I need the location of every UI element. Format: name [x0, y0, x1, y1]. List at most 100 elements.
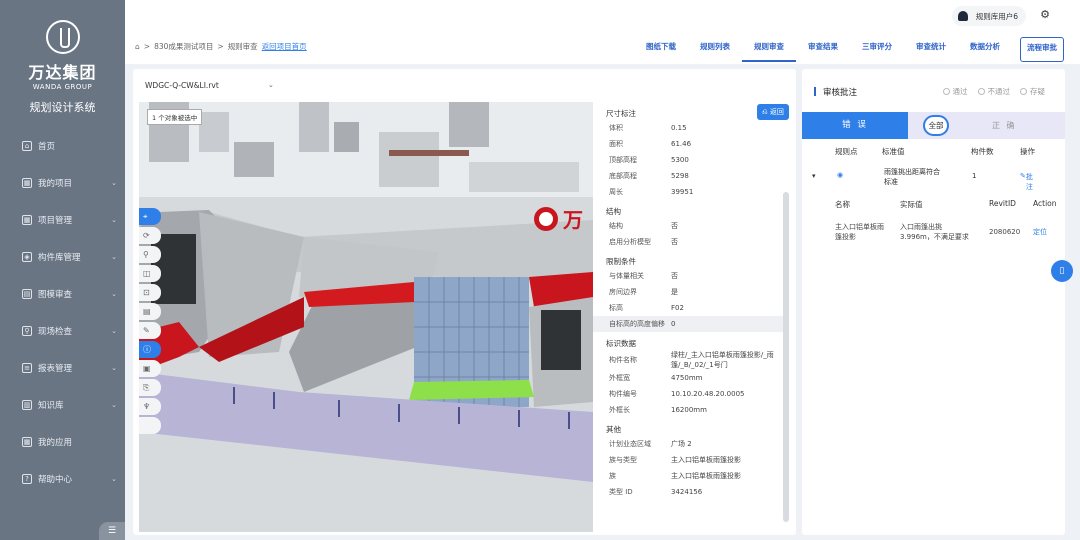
property-key: 类型 ID	[609, 488, 633, 496]
user-name: 规则库用户6	[975, 11, 1018, 21]
property-key: 计划业态区域	[609, 440, 651, 448]
property-key: 体积	[609, 124, 623, 132]
home-icon[interactable]: ⌂	[135, 42, 140, 51]
property-key: 启用分析模型	[609, 238, 651, 246]
model-viewer[interactable]: 万 1 个对象被选中 ⌖ ⟳ ⚲ ◫ ⊡ ▤ ✎ ⓘ ▣ ⎘ ♆	[139, 102, 593, 532]
tab-0[interactable]: 图纸下载	[634, 37, 688, 62]
breadcrumb-project[interactable]: 830成果测试项目	[154, 41, 213, 52]
section-icon[interactable]: ◫	[139, 265, 161, 282]
property-key: 面积	[609, 140, 623, 148]
sidebar-item-1[interactable]: ▦ 我的项目 ⌄	[0, 164, 125, 201]
user-icon	[957, 11, 968, 21]
property-row: 周长 39951	[593, 184, 789, 200]
sidebar-item-5[interactable]: ⚲ 现场检查 ⌄	[0, 312, 125, 349]
property-value: 0.15	[671, 124, 687, 132]
tab-2[interactable]: 规则审查	[742, 37, 796, 62]
expand-icon[interactable]: ▾	[812, 172, 816, 180]
sidebar-item-label: 我的应用	[38, 437, 73, 448]
sidebar-collapse-icon[interactable]: ☰	[99, 522, 125, 540]
user-menu[interactable]: 规则库用户6	[951, 6, 1026, 26]
review-panel: 审核批注 通过 不通过 存疑 错 误 全部 正 确 规则点 标准值 构件数 操作…	[802, 69, 1065, 535]
tab-7[interactable]: 流程审批	[1020, 37, 1064, 62]
radio-pass[interactable]: 通过	[942, 86, 968, 97]
property-key: 自标高的高度偏移	[609, 320, 665, 328]
sidebar-item-0[interactable]: ⌂ 首页	[0, 127, 125, 164]
eye-icon[interactable]: ◉	[837, 171, 843, 179]
property-key: 顶部高程	[609, 156, 637, 164]
breadcrumb-current: 规则审查	[227, 42, 258, 51]
chevron-down-icon: ⌄	[111, 215, 117, 224]
tree-icon[interactable]: ♆	[139, 398, 161, 415]
sidebar-item-2[interactable]: ▦ 项目管理 ⌄	[0, 201, 125, 238]
tab-6[interactable]: 数据分析	[958, 37, 1012, 62]
locate-link[interactable]: 定位	[1033, 227, 1047, 237]
tab-5[interactable]: 审查统计	[904, 37, 958, 62]
tab-1[interactable]: 规则列表	[688, 37, 742, 62]
property-key: 族与类型	[609, 456, 637, 464]
tab-4[interactable]: 三审评分	[850, 37, 904, 62]
wanda-sign-text: 万	[562, 208, 583, 232]
list-icon: ≡	[22, 362, 32, 373]
chevron-down-icon: ⌄	[111, 474, 117, 483]
property-key: 底部高程	[609, 172, 637, 180]
file-select-value: WDGC-Q-CW&LI.rvt	[145, 81, 219, 90]
property-row: 顶部高程 5300	[593, 152, 789, 168]
image-icon[interactable]: ▣	[139, 360, 161, 377]
walk-icon[interactable]: ⚲	[139, 246, 161, 263]
properties-panel: 尺寸标注 体积 0.15 面积 61.46 顶部高程 5300 底部高程 5298 周长 39951…	[593, 102, 789, 532]
property-row: 族 主入口铝单板雨篷投影	[593, 468, 789, 484]
layers-icon[interactable]: ▤	[139, 303, 161, 320]
sidebar-item-6[interactable]: ≡ 报表管理 ⌄	[0, 349, 125, 386]
measure-icon[interactable]: ⊡	[139, 284, 161, 301]
book-icon: ▥	[22, 399, 32, 410]
rule-standard: 雨篷挑出距离符合标准	[884, 168, 940, 186]
sidebar-item-label: 构件库管理	[38, 252, 81, 263]
grid-icon: ▦	[22, 436, 32, 447]
property-value: 否	[671, 222, 678, 230]
property-section-title: 其他	[606, 425, 621, 434]
file-select[interactable]: WDGC-Q-CW&LI.rvt ⌄	[145, 81, 275, 90]
pen-icon[interactable]: ✎	[139, 322, 161, 339]
filter-all[interactable]: 全部	[923, 115, 949, 136]
chevron-down-icon: ⌄	[111, 363, 117, 372]
home-icon: ⌂	[22, 140, 32, 151]
properties-scrollbar[interactable]	[783, 192, 789, 522]
info-icon[interactable]: ⓘ	[139, 341, 161, 358]
gear-icon[interactable]: ⚙	[1040, 8, 1050, 21]
property-value: 5298	[671, 172, 689, 180]
chevron-down-icon: ⌄	[111, 326, 117, 335]
extra-tool[interactable]	[139, 417, 161, 434]
review-options: 通过 不通过 存疑	[942, 86, 1045, 97]
tab-3[interactable]: 审查结果	[796, 37, 850, 62]
radio-doubt[interactable]: 存疑	[1020, 86, 1045, 97]
sidebar-nav: ⌂ 首页 ▦ 我的项目 ⌄ ▦ 项目管理 ⌄ ◈ 构件库管理 ⌄ ▤ 图模审查 ⌄ ⚲ 现场检查 ⌄ ≡ 报表管理 ⌄…	[0, 127, 125, 497]
property-value: 5300	[671, 156, 689, 164]
property-key: 标高	[609, 304, 623, 312]
back-to-project-link[interactable]: 返回项目首页	[262, 41, 307, 52]
export-icon[interactable]: ⎘	[139, 379, 161, 396]
sidebar-item-8[interactable]: ▦ 我的应用	[0, 423, 125, 460]
sidebar-item-9[interactable]: ? 帮助中心 ⌄	[0, 460, 125, 497]
chevron-down-icon: ⌄	[268, 81, 274, 89]
rotate-icon[interactable]: ⟳	[139, 227, 161, 244]
top-bar: 规则库用户6 ⚙ ⌂ > 830成果测试项目 > 规则审查 返回项目首页 图纸下载规…	[125, 0, 1080, 64]
return-button[interactable]: ⎌ 返回	[757, 104, 789, 120]
radio-fail[interactable]: 不通过	[977, 86, 1010, 97]
review-title: 审核批注	[814, 86, 857, 98]
sidebar-item-4[interactable]: ▤ 图模审查 ⌄	[0, 275, 125, 312]
filter-error[interactable]: 错 误	[802, 112, 908, 139]
viewer-toolbar: ⌖ ⟳ ⚲ ◫ ⊡ ▤ ✎ ⓘ ▣ ⎘ ♆	[139, 208, 161, 436]
property-row: 与体量相关 否	[593, 268, 789, 284]
brand-en: WANDA GROUP	[32, 83, 93, 91]
component-revit-id: 2080620	[989, 228, 1021, 236]
property-key: 房间边界	[609, 288, 637, 296]
crosshair-icon[interactable]: ⌖	[139, 208, 161, 225]
sidebar-item-label: 现场检查	[38, 326, 73, 337]
rule-table-header: 规则点 标准值 构件数 操作	[835, 147, 1035, 156]
annotate-button[interactable]: ✎ 批注	[1020, 172, 1033, 191]
sidebar-item-7[interactable]: ▥ 知识库 ⌄	[0, 386, 125, 423]
sidebar-item-3[interactable]: ◈ 构件库管理 ⌄	[0, 238, 125, 275]
rule-row[interactable]: ▾ ◉ 雨篷挑出距离符合标准 1 ✎ 批注	[802, 167, 1065, 195]
document-icon[interactable]: ▯	[1051, 260, 1073, 282]
filter-correct[interactable]: 正 确	[992, 112, 1017, 139]
